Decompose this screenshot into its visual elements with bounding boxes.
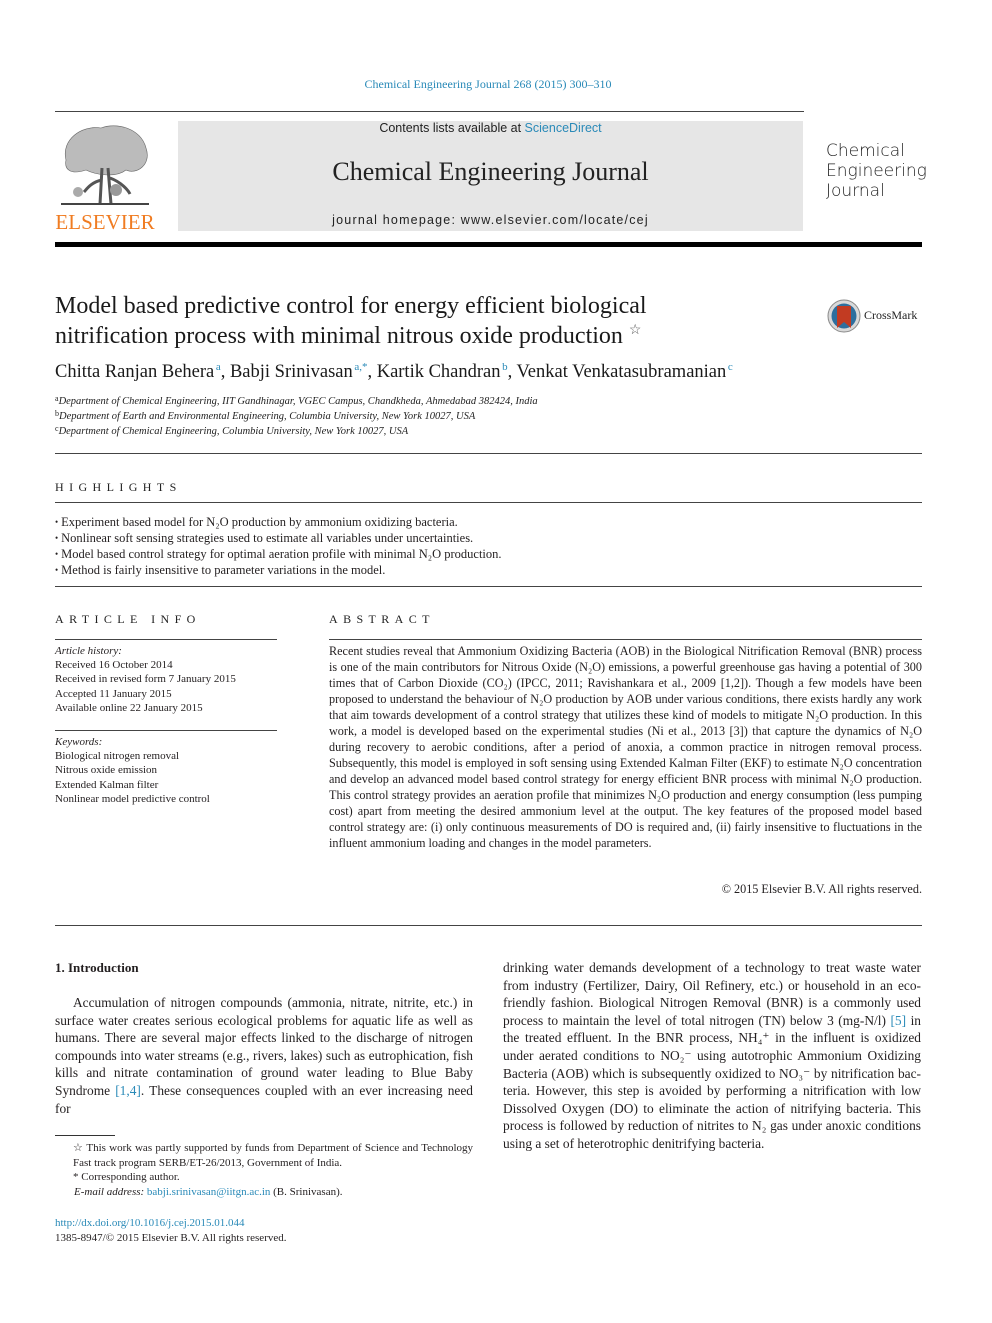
header-thick-rule (55, 242, 922, 247)
keyword-item: Nonlinear model predictive control (55, 792, 210, 805)
footnote-rule (55, 1135, 115, 1136)
side-title-line: Journal (826, 181, 885, 201)
crossmark-icon (827, 299, 861, 333)
journal-name: Chemical Engineering Journal (332, 157, 649, 186)
article-title: Model based predictive control for energ… (55, 291, 795, 351)
doi-block: http://dx.doi.org/10.1016/j.cej.2015.01.… (55, 1216, 287, 1245)
section-rule (55, 925, 922, 926)
affiliation-text: Department of Chemical Engineering, Colu… (58, 426, 409, 437)
abstract-text: Recent studies reveal that Ammonium Oxid… (329, 644, 922, 850)
section-rule (55, 639, 277, 640)
section-rule (329, 639, 922, 640)
issn-copyright: 1385-8947/© 2015 Elsevier B.V. All right… (55, 1231, 287, 1244)
section-heading: 1. Introduction (55, 960, 139, 975)
contents-line: Contents lists available at ScienceDirec… (178, 121, 803, 135)
keywords: Keywords: Biological nitrogen removal Ni… (55, 735, 210, 806)
title-line-2: nitrification process with minimal nitro… (55, 323, 623, 349)
history-label: Article history: (55, 645, 122, 657)
section-rule (55, 453, 922, 454)
elsevier-wordmark: ELSEVIER (55, 210, 155, 234)
author-affiliation-mark[interactable]: c (728, 361, 733, 373)
highlight-item: Model based control strategy for optimal… (55, 546, 501, 562)
email-suffix: (B. Srinivasan). (270, 1185, 343, 1198)
keyword-item: Nitrous oxide emission (55, 764, 158, 777)
elsevier-logo: ELSEVIER (54, 120, 156, 234)
history-item: Received in revised form 7 January 2015 (55, 673, 236, 686)
journal-homepage-link[interactable]: journal homepage: www.elsevier.com/locat… (178, 213, 803, 227)
abstract-copyright: © 2015 Elsevier B.V. All rights reserved… (721, 882, 922, 896)
title-line-1: Model based predictive control for energ… (55, 293, 647, 319)
affiliation-text: Department of Earth and Environmental En… (59, 411, 476, 422)
body-text: in the treated effluent. In the BNR proc… (503, 1012, 921, 1151)
abstract-heading: ABSTRACT (329, 612, 435, 626)
highlights-list: Experiment based model for N₂O productio… (55, 514, 502, 578)
elsevier-tree-icon (56, 120, 154, 210)
author-name[interactable]: Venkat Venkatasubramanian (516, 362, 726, 382)
journal-side-logo: Chemical Engineering Journal (826, 141, 927, 201)
history-item: Accepted 11 January 2015 (55, 687, 172, 700)
author-affiliation-mark[interactable]: a (216, 361, 221, 373)
keyword-item: Biological nitrogen removal (55, 750, 180, 763)
section-rule (55, 586, 922, 587)
email-link[interactable]: babji.srinivasan@iitgn.ac.in (147, 1186, 270, 1198)
title-footnote-mark[interactable]: ☆ (629, 323, 642, 338)
article-history: Article history: Received 16 October 201… (55, 644, 236, 715)
section-rule (55, 502, 922, 503)
doi-link[interactable]: http://dx.doi.org/10.1016/j.cej.2015.01.… (55, 1217, 245, 1229)
side-title-line: Chemical (826, 141, 905, 161)
author-name[interactable]: Chitta Ranjan Behera (55, 362, 214, 382)
email-label: E-mail address: (74, 1185, 147, 1198)
body-paragraph: drinking water demands development of a … (503, 959, 921, 1153)
crossmark-button[interactable]: CrossMark (827, 298, 937, 334)
author-name[interactable]: Kartik Chandran (377, 362, 501, 382)
sciencedirect-link[interactable]: ScienceDirect (525, 121, 602, 135)
author-affiliation-mark[interactable]: a,* (354, 361, 367, 373)
highlights-heading: HIGHLIGHTS (55, 480, 182, 494)
corresponding-footnote: * Corresponding author. (73, 1171, 180, 1183)
header-rule (55, 111, 804, 112)
journal-banner: Contents lists available at ScienceDirec… (178, 121, 803, 231)
highlight-item: Experiment based model for N₂O productio… (55, 514, 502, 530)
author-name[interactable]: Babji Srinivasan (230, 362, 353, 382)
citation-link[interactable]: [5] (890, 1013, 906, 1028)
journal-citation-link[interactable]: Chemical Engineering Journal 268 (2015) … (0, 77, 976, 92)
article-info-heading: ARTICLE INFO (55, 612, 201, 626)
highlight-item: Method is fairly insensitive to paramete… (55, 562, 502, 578)
side-title-line: Engineering (826, 161, 927, 181)
affiliation: aDepartment of Chemical Engineering, IIT… (55, 395, 538, 408)
email-footnote: E-mail address: babji.srinivasan@iitgn.a… (55, 1185, 473, 1200)
crossmark-label: CrossMark (864, 308, 918, 322)
keywords-label: Keywords: (55, 736, 103, 748)
author-list: Chitta Ranjan Behera a, Babji Srinivasan… (55, 361, 733, 383)
body-paragraph: Accumulation of nitrogen compounds (ammo… (55, 994, 473, 1117)
funding-footnote: ☆ This work was partly supported by fund… (73, 1142, 473, 1169)
footnotes: ☆ This work was partly supported by fund… (55, 1141, 473, 1199)
contents-prefix: Contents lists available at (379, 121, 525, 135)
affiliation: bDepartment of Earth and Environmental E… (55, 410, 476, 423)
body-text: drinking water demands development of a … (503, 960, 921, 1028)
history-item: Received 16 October 2014 (55, 659, 173, 672)
affiliation: cDepartment of Chemical Engineering, Col… (55, 425, 409, 438)
keyword-item: Extended Kalman filter (55, 778, 159, 791)
affiliation-text: Department of Chemical Engineering, IIT … (58, 396, 538, 407)
highlight-item: Nonlinear soft sensing strategies used t… (55, 530, 502, 546)
section-rule (55, 730, 277, 731)
history-item: Available online 22 January 2015 (55, 701, 203, 714)
author-affiliation-mark[interactable]: b (502, 361, 508, 373)
citation-link[interactable]: [1,4] (115, 1083, 141, 1098)
